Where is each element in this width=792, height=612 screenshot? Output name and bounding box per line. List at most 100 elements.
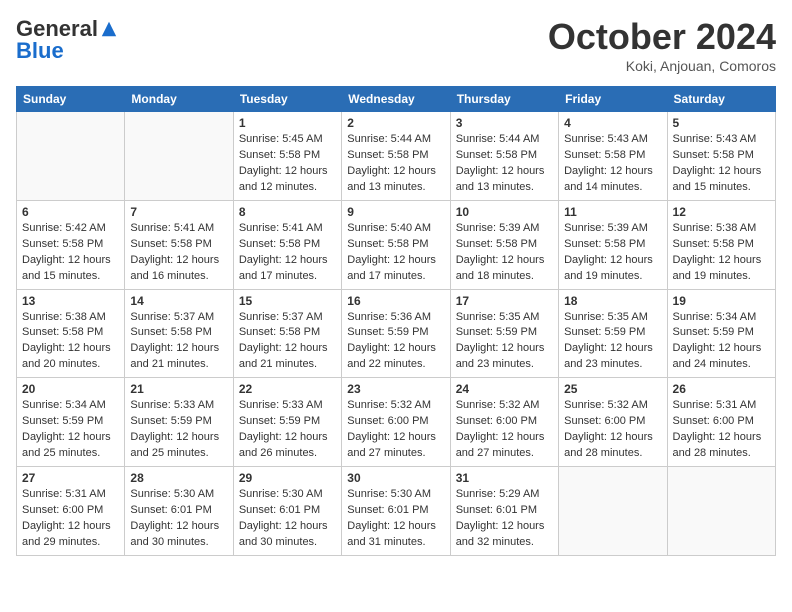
calendar-day-cell: 12Sunrise: 5:38 AMSunset: 5:58 PMDayligh… [667,200,775,289]
day-number: 21 [130,382,227,396]
day-number: 16 [347,294,444,308]
day-info: Sunrise: 5:30 AMSunset: 6:01 PMDaylight:… [239,487,336,551]
calendar-day-cell: 27Sunrise: 5:31 AMSunset: 6:00 PMDayligh… [17,467,125,556]
sunset-text: Sunset: 5:58 PM [130,238,211,250]
sunrise-text: Sunrise: 5:37 AM [239,311,323,323]
day-info: Sunrise: 5:37 AMSunset: 5:58 PMDaylight:… [239,310,336,374]
calendar-day-cell: 5Sunrise: 5:43 AMSunset: 5:58 PMDaylight… [667,112,775,201]
calendar-week-row: 20 Sunrise: 5:34 AM Sunset: 5:59 PM Dayligh… [17,378,776,467]
day-info: Sunrise: 5:43 AMSunset: 5:58 PMDaylight:… [564,132,661,196]
calendar-day-cell: 21Sunrise: 5:33 AMSunset: 5:59 PMDayligh… [125,378,233,467]
day-number: 18 [564,294,661,308]
day-info: Sunrise: 5:34 AMSunset: 5:59 PMDaylight:… [673,310,770,374]
calendar-day-cell: 11 Sunrise: 5:39 AMSunset: 5:58 PMDayligh… [559,200,667,289]
daylight-text: Daylight: 12 hours and 18 minutes. [456,254,545,282]
sunrise-text: Sunrise: 5:36 AM [347,311,431,323]
sunrise-text: Sunrise: 5:37 AM [130,311,214,323]
day-info: Sunrise: 5:40 AMSunset: 5:58 PMDaylight:… [347,221,444,285]
sunrise-text: Sunrise: 5:45 AM [239,133,323,145]
page-header: General Blue October 2024 Koki, Anjouan,… [16,16,776,74]
sunrise-text: Sunrise: 5:34 AM [22,399,106,411]
day-info: Sunrise: 5:31 AMSunset: 6:00 PMDaylight:… [673,398,770,462]
day-info: Sunrise: 5:31 AMSunset: 6:00 PMDaylight:… [22,487,119,551]
sunrise-text: Sunrise: 5:38 AM [22,311,106,323]
sunset-text: Sunset: 6:00 PM [22,504,103,516]
sunrise-text: Sunrise: 5:33 AM [130,399,214,411]
day-info: Sunrise: 5:32 AMSunset: 6:00 PMDaylight:… [456,398,553,462]
sunset-text: Sunset: 5:58 PM [456,238,537,250]
daylight-text: Daylight: 12 hours and 30 minutes. [239,520,328,548]
sunrise-text: Sunrise: 5:31 AM [22,488,106,500]
day-info: Sunrise: 5:39 AMSunset: 5:58 PMDaylight:… [564,221,661,285]
sunset-text: Sunset: 5:58 PM [130,326,211,338]
daylight-text: Daylight: 12 hours and 25 minutes. [22,431,111,459]
calendar-day-cell: 10Sunrise: 5:39 AMSunset: 5:58 PMDayligh… [450,200,558,289]
sunset-text: Sunset: 5:58 PM [239,238,320,250]
calendar-day-cell: 30Sunrise: 5:30 AMSunset: 6:01 PMDayligh… [342,467,450,556]
day-number: 24 [456,382,553,396]
calendar-day-cell: 19Sunrise: 5:34 AMSunset: 5:59 PMDayligh… [667,289,775,378]
sunrise-text: Sunrise: 5:32 AM [347,399,431,411]
sunset-text: Sunset: 5:58 PM [347,238,428,250]
day-of-week-header: Thursday [450,87,558,112]
sunset-text: Sunset: 5:58 PM [564,238,645,250]
sunrise-text: Sunrise: 5:38 AM [673,222,757,234]
calendar-day-cell: 15Sunrise: 5:37 AMSunset: 5:58 PMDayligh… [233,289,341,378]
day-number: 11 [564,205,661,219]
sunset-text: Sunset: 5:58 PM [239,149,320,161]
logo-blue-text: Blue [16,38,64,64]
sunset-text: Sunset: 5:58 PM [456,149,537,161]
daylight-text: Daylight: 12 hours and 23 minutes. [456,342,545,370]
day-of-week-header: Friday [559,87,667,112]
sunset-text: Sunset: 5:58 PM [564,149,645,161]
sunset-text: Sunset: 5:59 PM [22,415,103,427]
day-number: 20 [22,382,119,396]
day-number: 8 [239,205,336,219]
day-info: Sunrise: 5:42 AMSunset: 5:58 PMDaylight:… [22,221,119,285]
daylight-text: Daylight: 12 hours and 19 minutes. [673,254,762,282]
day-number: 3 [456,116,553,130]
sunrise-text: Sunrise: 5:43 AM [564,133,648,145]
sunset-text: Sunset: 5:58 PM [22,326,103,338]
sunset-text: Sunset: 5:59 PM [564,326,645,338]
sunrise-text: Sunrise: 5:44 AM [456,133,540,145]
day-info: Sunrise: 5:32 AMSunset: 6:00 PMDaylight:… [347,398,444,462]
sunset-text: Sunset: 5:58 PM [22,238,103,250]
daylight-text: Daylight: 12 hours and 19 minutes. [564,254,653,282]
calendar-week-row: 1 Sunrise: 5:45 AM Sunset: 5:58 PM Daylight… [17,112,776,201]
day-number: 1 [239,116,336,130]
daylight-text: Daylight: 12 hours and 20 minutes. [22,342,111,370]
sunset-text: Sunset: 6:00 PM [673,415,754,427]
sunset-text: Sunset: 5:58 PM [673,149,754,161]
sunset-text: Sunset: 5:59 PM [239,415,320,427]
sunrise-text: Sunrise: 5:39 AM [456,222,540,234]
sunset-text: Sunset: 6:01 PM [130,504,211,516]
calendar-day-cell: 6Sunrise: 5:42 AMSunset: 5:58 PMDaylight… [17,200,125,289]
daylight-text: Daylight: 12 hours and 13 minutes. [347,165,436,193]
calendar-day-cell: 22Sunrise: 5:33 AMSunset: 5:59 PMDayligh… [233,378,341,467]
sunset-text: Sunset: 5:58 PM [673,238,754,250]
calendar-day-cell [125,112,233,201]
day-number: 25 [564,382,661,396]
sunrise-text: Sunrise: 5:31 AM [673,399,757,411]
calendar-day-cell: 16Sunrise: 5:36 AMSunset: 5:59 PMDayligh… [342,289,450,378]
calendar-day-cell: 3Sunrise: 5:44 AMSunset: 5:58 PMDaylight… [450,112,558,201]
sunrise-text: Sunrise: 5:29 AM [456,488,540,500]
sunrise-text: Sunrise: 5:35 AM [564,311,648,323]
daylight-text: Daylight: 12 hours and 15 minutes. [673,165,762,193]
sunset-text: Sunset: 5:58 PM [347,149,428,161]
sunrise-text: Sunrise: 5:40 AM [347,222,431,234]
daylight-text: Daylight: 12 hours and 27 minutes. [456,431,545,459]
daylight-text: Daylight: 12 hours and 24 minutes. [673,342,762,370]
daylight-text: Daylight: 12 hours and 16 minutes. [130,254,219,282]
calendar-day-cell: 13Sunrise: 5:38 AMSunset: 5:58 PMDayligh… [17,289,125,378]
sunset-text: Sunset: 6:00 PM [456,415,537,427]
day-number: 23 [347,382,444,396]
daylight-text: Daylight: 12 hours and 12 minutes. [239,165,328,193]
calendar-day-cell: 18Sunrise: 5:35 AMSunset: 5:59 PMDayligh… [559,289,667,378]
day-number: 2 [347,116,444,130]
logo-icon [100,20,118,38]
daylight-text: Daylight: 12 hours and 26 minutes. [239,431,328,459]
calendar-day-cell [667,467,775,556]
day-number: 30 [347,471,444,485]
